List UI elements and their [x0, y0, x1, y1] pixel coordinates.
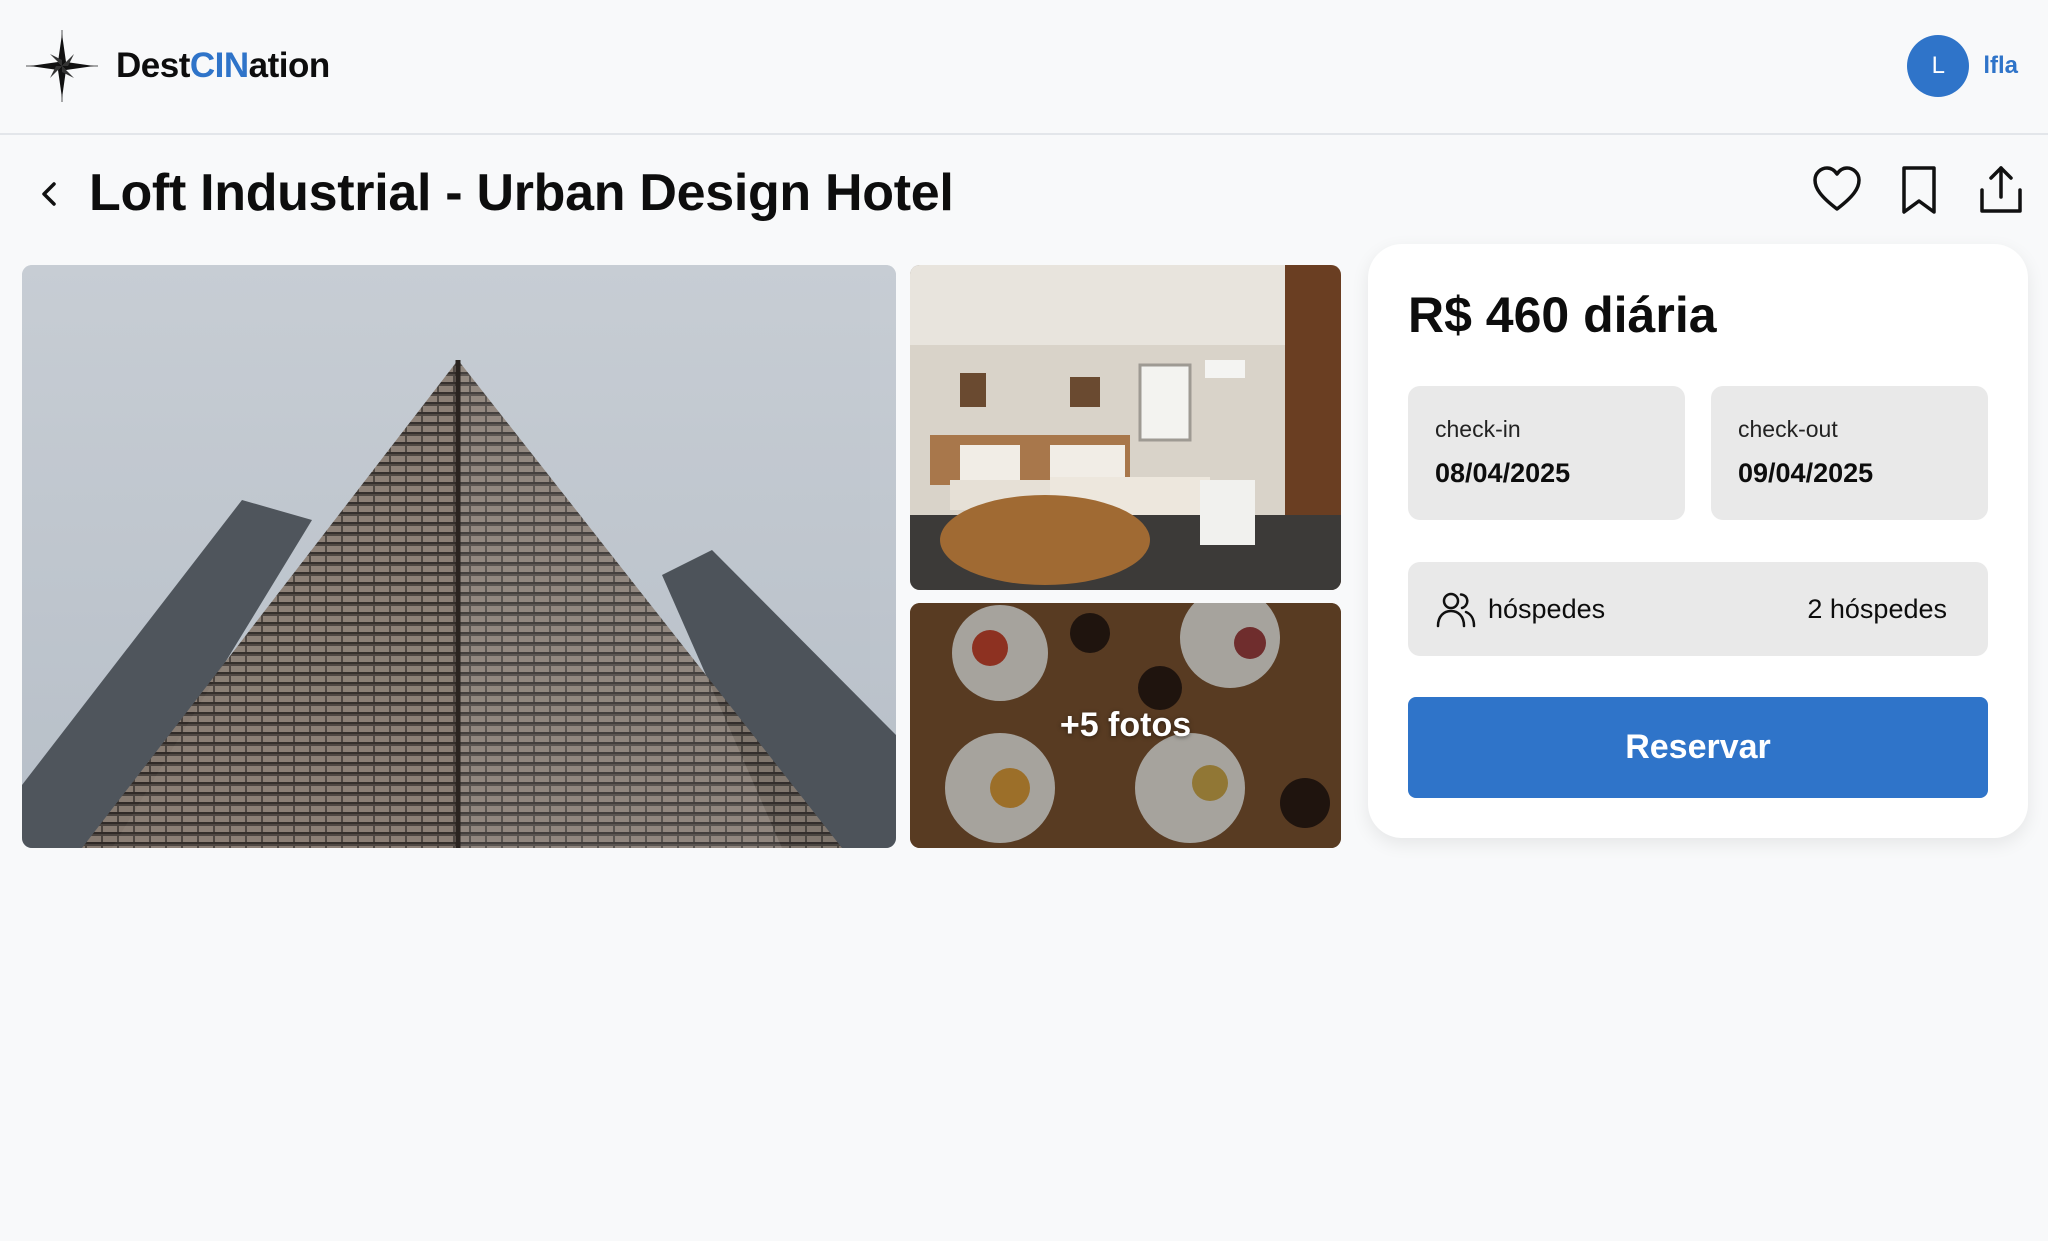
checkin-field[interactable]: check-in 08/04/2025: [1408, 386, 1685, 520]
user-menu[interactable]: L lfla: [1907, 35, 2018, 97]
checkin-label: check-in: [1435, 416, 1521, 442]
avatar[interactable]: L: [1907, 35, 1970, 97]
guests-selector[interactable]: hóspedes 2 hóspedes: [1408, 562, 1988, 656]
share-button[interactable]: [1974, 163, 2028, 217]
chevron-left-icon: [42, 182, 56, 206]
heart-icon: [1813, 166, 1861, 211]
building-image: [22, 265, 896, 848]
photo-thumbnail-room[interactable]: [910, 265, 1341, 590]
guests-label: hóspedes: [1488, 594, 1606, 624]
photo-thumbnail-more[interactable]: +5 fotos: [910, 603, 1341, 848]
top-navbar: DestCINation L lfla: [0, 0, 2048, 135]
more-photos-label: +5 fotos: [910, 603, 1341, 848]
back-button[interactable]: [34, 172, 64, 216]
username[interactable]: lfla: [1983, 52, 2018, 80]
bookmark-icon: [1902, 166, 1936, 214]
users-icon: [1436, 592, 1476, 628]
checkout-value: 09/04/2025: [1738, 458, 1874, 488]
guests-value: 2 hóspedes: [1807, 594, 1947, 624]
page-title: Loft Industrial - Urban Design Hotel: [89, 164, 954, 222]
action-toolbar: [1810, 163, 2028, 217]
checkout-label: check-out: [1738, 416, 1838, 442]
nightly-price: R$ 460 diária: [1408, 287, 1717, 343]
brand-name[interactable]: DestCINation: [116, 46, 330, 86]
brand-suffix: ation: [248, 46, 331, 85]
main-photo-building[interactable]: [22, 265, 896, 848]
favorite-button[interactable]: [1810, 163, 1864, 217]
brand-accent: CIN: [189, 46, 249, 85]
room-image: [910, 265, 1341, 590]
save-button[interactable]: [1892, 163, 1946, 217]
reserve-button[interactable]: Reservar: [1408, 697, 1988, 798]
checkout-field[interactable]: check-out 09/04/2025: [1711, 386, 1988, 520]
booking-card: R$ 460 diária check-in 08/04/2025 check-…: [1368, 244, 2028, 838]
compass-star-icon[interactable]: [24, 28, 100, 104]
checkin-value: 08/04/2025: [1435, 458, 1571, 488]
brand-prefix: Dest: [116, 46, 190, 85]
share-icon: [1980, 166, 2022, 213]
